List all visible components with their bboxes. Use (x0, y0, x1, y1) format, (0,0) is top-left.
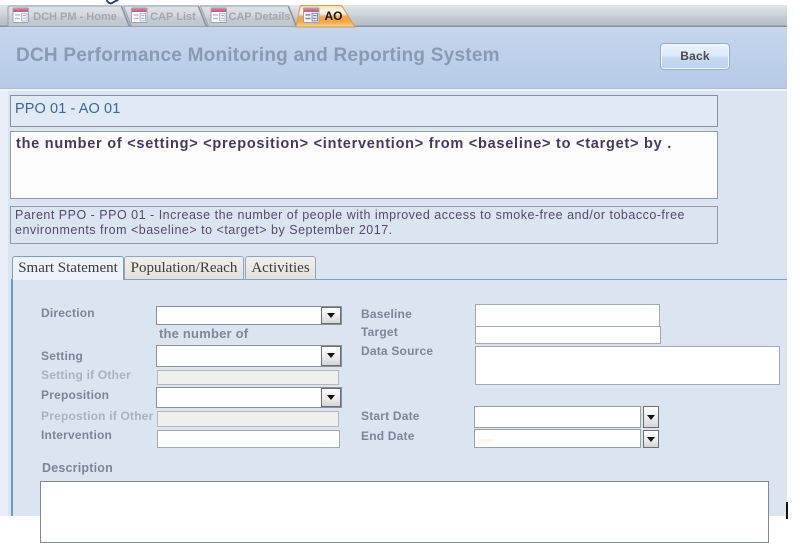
svg-text:AO: AO (325, 9, 343, 23)
svg-text:DCH PM - Home: DCH PM - Home (33, 11, 117, 23)
svg-text:CAP Details: CAP Details (228, 11, 290, 23)
svg-text:CAP List: CAP List (150, 11, 196, 23)
